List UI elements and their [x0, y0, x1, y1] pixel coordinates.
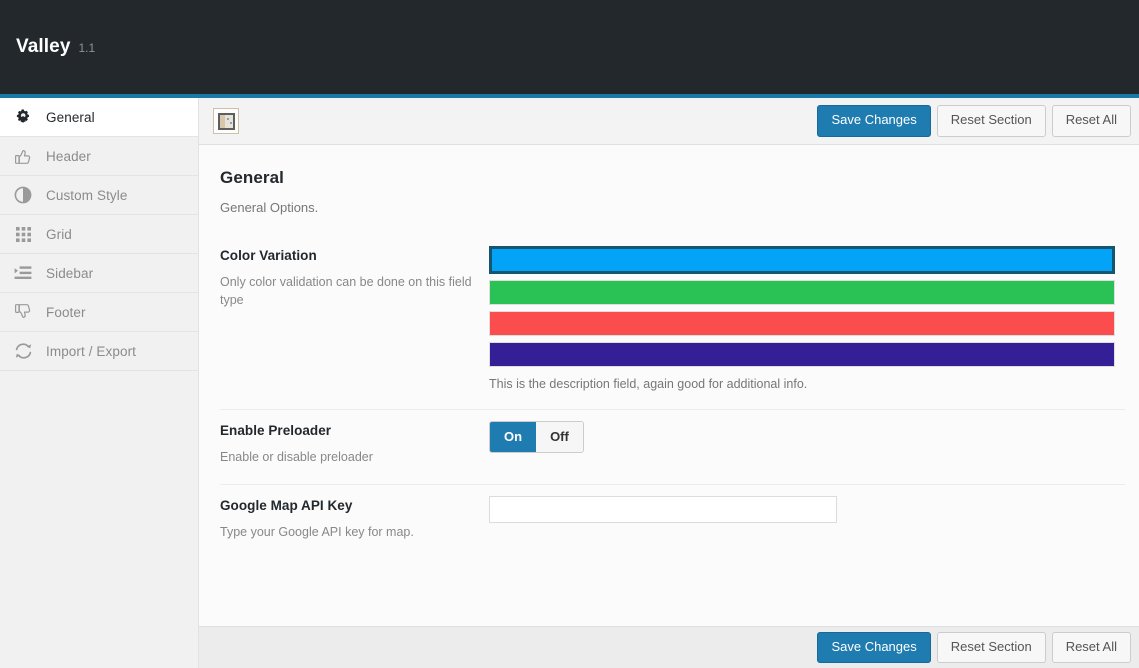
sidebar-item-label: Header [46, 149, 91, 164]
field-enable-preloader: Enable Preloader Enable or disable prelo… [220, 410, 1125, 485]
hand-up-icon [10, 145, 36, 167]
section-header: General General Options. [199, 146, 1139, 215]
field-control-column [489, 496, 1125, 523]
color-swatch-purple[interactable] [489, 342, 1115, 367]
sidebar-item-label: Footer [46, 305, 86, 320]
save-changes-button-top[interactable]: Save Changes [817, 105, 930, 137]
field-label-column: Google Map API Key Type your Google API … [220, 496, 489, 541]
field-title: Google Map API Key [220, 498, 473, 513]
gears-icon [10, 106, 36, 128]
color-swatch-red[interactable] [489, 311, 1115, 336]
sidebar-item-grid[interactable]: Grid [0, 215, 198, 254]
field-label-column: Enable Preloader Enable or disable prelo… [220, 421, 489, 466]
toolbar-top-buttons: Save Changes Reset Section Reset All [817, 105, 1131, 137]
brand-version: 1.1 [78, 41, 95, 55]
page-title: General [220, 168, 1139, 188]
field-google-map-api-key: Google Map API Key Type your Google API … [220, 485, 1125, 559]
field-label-column: Color Variation Only color validation ca… [220, 246, 489, 309]
field-description: Type your Google API key for map. [220, 523, 473, 541]
reset-section-button-top[interactable]: Reset Section [937, 105, 1046, 137]
reset-section-button-bottom[interactable]: Reset Section [937, 632, 1046, 664]
sidebar-nav: General Header Custom Style [0, 98, 199, 668]
broken-image-placeholder-icon[interactable] [213, 108, 239, 134]
refresh-arrows-icon [10, 340, 36, 362]
field-description: Only color validation can be done on thi… [220, 273, 473, 309]
field-title: Color Variation [220, 248, 473, 263]
fields-list: Color Variation Only color validation ca… [199, 235, 1139, 559]
sidebar-item-label: Sidebar [46, 266, 93, 281]
page-subtitle: General Options. [220, 200, 1139, 215]
brand-name: Valley [16, 36, 70, 58]
field-title: Enable Preloader [220, 423, 473, 438]
sidebar-item-label: Grid [46, 227, 72, 242]
sidebar-item-import-export[interactable]: Import / Export [0, 332, 198, 371]
reset-all-button-bottom[interactable]: Reset All [1052, 632, 1131, 664]
hand-down-icon [10, 301, 36, 323]
field-description: Enable or disable preloader [220, 448, 473, 466]
sidebar-item-sidebar[interactable]: Sidebar [0, 254, 198, 293]
toggle-on-option[interactable]: On [490, 422, 536, 452]
sidebar-item-header[interactable]: Header [0, 137, 198, 176]
app-header: Valley 1.1 [0, 0, 1139, 94]
sidebar-item-label: General [46, 110, 95, 125]
section-content: General General Options. Color Variation… [199, 146, 1139, 626]
sidebar-item-label: Custom Style [46, 188, 127, 203]
field-control-column: This is the description field, again goo… [489, 246, 1125, 391]
options-panel-app: Valley 1.1 General [0, 0, 1139, 668]
toolbar-top: Save Changes Reset Section Reset All [199, 98, 1139, 145]
preloader-toggle[interactable]: On Off [489, 421, 584, 453]
color-swatch-green[interactable] [489, 280, 1115, 305]
reset-all-button-top[interactable]: Reset All [1052, 105, 1131, 137]
sidebar-item-footer[interactable]: Footer [0, 293, 198, 332]
sidebar-item-label: Import / Export [46, 344, 136, 359]
main-panel: Save Changes Reset Section Reset All Gen… [199, 98, 1139, 668]
toggle-off-option[interactable]: Off [536, 422, 583, 452]
brand: Valley 1.1 [0, 36, 95, 58]
toolbar-bottom: Save Changes Reset Section Reset All [199, 626, 1139, 668]
list-indent-icon [10, 262, 36, 284]
toolbar-bottom-buttons: Save Changes Reset Section Reset All [817, 632, 1131, 664]
field-color-variation: Color Variation Only color validation ca… [220, 235, 1125, 410]
field-control-column: On Off [489, 421, 1125, 453]
sidebar-item-custom-style[interactable]: Custom Style [0, 176, 198, 215]
save-changes-button-bottom[interactable]: Save Changes [817, 632, 930, 664]
google-map-api-key-input[interactable] [489, 496, 837, 523]
field-extra-description: This is the description field, again goo… [489, 377, 1125, 391]
color-swatch-cyan-blue[interactable] [489, 246, 1115, 274]
sidebar-item-general[interactable]: General [0, 98, 198, 137]
contrast-circle-icon [10, 184, 36, 206]
grid-dots-icon [10, 223, 36, 245]
